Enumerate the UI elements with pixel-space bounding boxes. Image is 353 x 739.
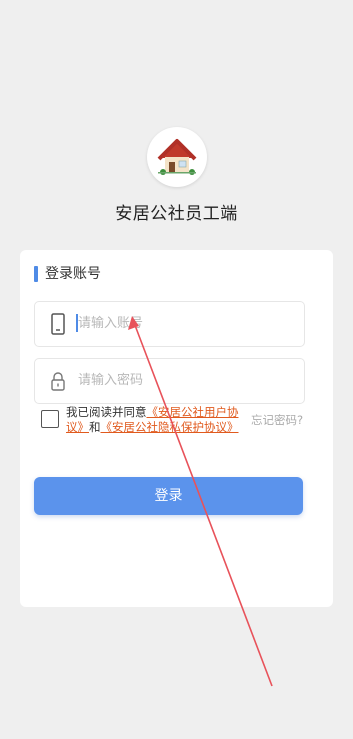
annotation-arrow (128, 316, 273, 687)
